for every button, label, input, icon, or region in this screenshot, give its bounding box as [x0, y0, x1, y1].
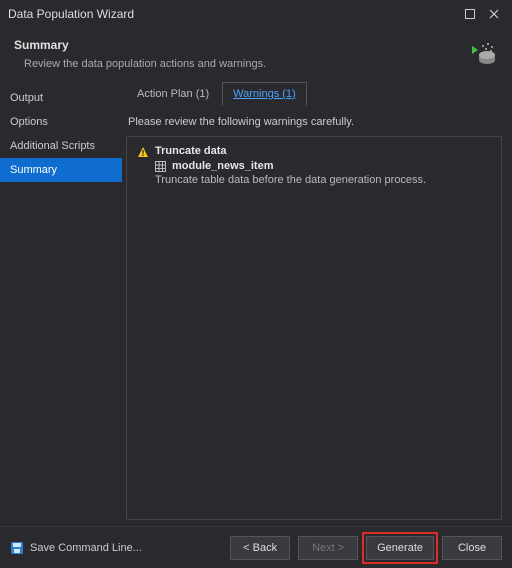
sidebar-item-summary[interactable]: Summary: [0, 158, 122, 182]
back-button[interactable]: < Back: [230, 536, 290, 560]
tab-strip: Action Plan (1) Warnings (1): [126, 82, 502, 106]
wizard-icon: [470, 40, 498, 68]
next-button: Next >: [298, 536, 358, 560]
instruction-text: Please review the following warnings car…: [128, 116, 502, 128]
maximize-button[interactable]: [460, 4, 480, 24]
close-window-button[interactable]: [484, 4, 504, 24]
warning-title: Truncate data: [155, 145, 227, 157]
generate-button[interactable]: Generate: [366, 536, 434, 560]
close-button[interactable]: Close: [442, 536, 502, 560]
sidebar-item-additional-scripts[interactable]: Additional Scripts: [0, 134, 122, 158]
save-icon: [10, 541, 24, 555]
sidebar-item-output[interactable]: Output: [0, 86, 122, 110]
table-icon: [155, 161, 166, 172]
page-description: Review the data population actions and w…: [24, 58, 470, 70]
wizard-steps-sidebar: Output Options Additional Scripts Summar…: [0, 80, 122, 526]
warning-object-name: module_news_item: [172, 160, 273, 172]
save-command-line-label: Save Command Line...: [30, 542, 142, 554]
save-command-line-button[interactable]: Save Command Line...: [10, 541, 142, 555]
warning-icon: [137, 146, 149, 158]
tab-action-plan[interactable]: Action Plan (1): [126, 82, 220, 106]
wizard-footer: Save Command Line... < Back Next > Gener…: [0, 526, 512, 568]
title-bar: Data Population Wizard: [0, 0, 512, 28]
wizard-header: Summary Review the data population actio…: [0, 28, 512, 80]
page-title: Summary: [14, 38, 470, 52]
window-title: Data Population Wizard: [8, 7, 456, 21]
warning-description: Truncate table data before the data gene…: [155, 174, 491, 186]
tab-warnings[interactable]: Warnings (1): [222, 82, 307, 106]
content-area: Action Plan (1) Warnings (1) Please revi…: [122, 80, 506, 526]
sidebar-item-options[interactable]: Options: [0, 110, 122, 134]
warnings-list: Truncate data module_news_item Truncate …: [126, 136, 502, 520]
